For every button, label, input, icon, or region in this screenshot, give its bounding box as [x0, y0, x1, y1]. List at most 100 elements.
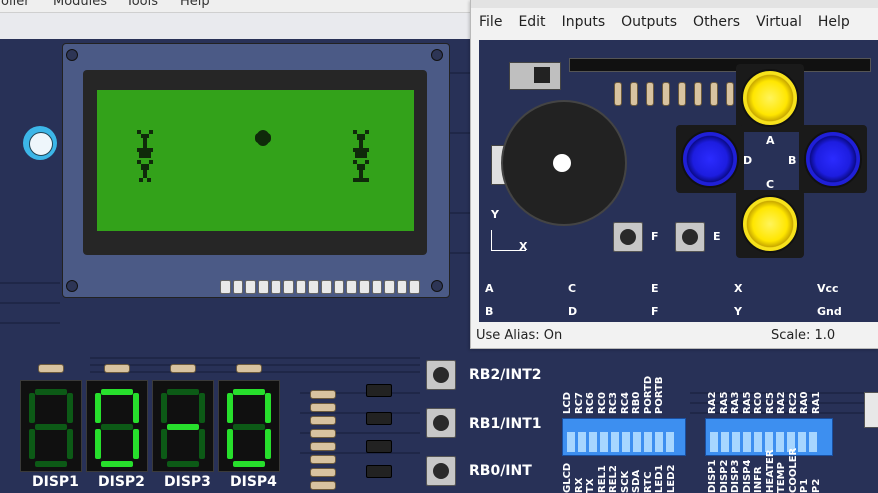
button-e-label: E: [713, 230, 721, 243]
screw: [66, 280, 78, 292]
rb0-label: RB0/INT: [469, 463, 532, 479]
arcade-button-d[interactable]: [681, 130, 739, 188]
dip-label: LCD: [562, 391, 573, 414]
axis-y-label: Y: [491, 208, 499, 221]
dip-label: COOLER: [787, 447, 799, 493]
arcade-button-c[interactable]: [741, 195, 799, 253]
menu-help[interactable]: Help: [810, 14, 858, 30]
transistor: [366, 412, 392, 425]
dip-label: RB0: [631, 391, 642, 414]
segment-a: [101, 389, 133, 395]
resistor: [170, 364, 196, 373]
board-strip: [0, 13, 470, 39]
dip-label: RC3: [608, 392, 619, 414]
button-e[interactable]: [675, 222, 705, 252]
status-alias: Use Alias: On: [476, 328, 563, 343]
menu-outputs[interactable]: Outputs: [613, 14, 685, 30]
segment-c: [265, 429, 271, 459]
dip-label: RC4: [619, 392, 631, 414]
segment-g: [233, 424, 265, 430]
dip-label: RA5: [741, 391, 753, 414]
dip-label: PORTB: [654, 376, 665, 414]
segment-b: [199, 393, 205, 423]
dip-label: RC0: [596, 392, 608, 414]
dip-label: RA5: [718, 391, 730, 414]
dip-label: RC5: [764, 392, 776, 414]
rb1-button[interactable]: [426, 408, 456, 438]
slide-switch[interactable]: [509, 62, 561, 90]
segment-b: [265, 393, 271, 423]
display-label: DISP3: [164, 474, 211, 490]
menu-item-controller[interactable]: roller: [0, 0, 30, 9]
menu-inputs[interactable]: Inputs: [554, 14, 614, 30]
screw: [431, 280, 443, 292]
rb2-button[interactable]: [426, 360, 456, 390]
input-resistors: [614, 82, 734, 106]
lcd-screen: [97, 90, 414, 231]
dip-label: RC6: [585, 392, 596, 414]
seven-segment-display: [152, 380, 214, 472]
window-statusbar: Use Alias: On Scale: 1.0: [471, 325, 878, 348]
dip-label: RA2: [707, 391, 718, 414]
dip-label: LED1: [654, 464, 665, 493]
segment-c: [133, 429, 139, 459]
pin-header-strip: [569, 58, 871, 72]
seven-segment-display: [86, 380, 148, 472]
window-menubar: File Edit Inputs Outputs Others Virtual …: [471, 8, 878, 36]
dip-label: HEATER: [764, 449, 776, 493]
axis-x-label: X: [519, 240, 528, 253]
arcade-a-label: A: [766, 134, 775, 147]
seven-segment-display: [218, 380, 280, 472]
input-board-window: File Edit Inputs Outputs Others Virtual …: [470, 0, 878, 349]
arcade-button-b[interactable]: [804, 130, 862, 188]
segment-e: [227, 429, 233, 459]
dip-label: INFR: [753, 466, 764, 493]
dip-label: RTC: [642, 471, 654, 493]
menu-item-tools[interactable]: Tools: [126, 0, 158, 9]
segment-a: [35, 389, 67, 395]
menu-edit[interactable]: Edit: [510, 14, 553, 30]
dip-label: RC7: [573, 392, 585, 414]
dip-label: GLCD: [562, 462, 573, 493]
segment-f: [227, 393, 233, 423]
segment-a: [167, 389, 199, 395]
menu-virtual[interactable]: Virtual: [748, 14, 810, 30]
pin-label-grid: A C E X Vcc B D F Y Gnd: [485, 282, 842, 318]
segment-b: [133, 393, 139, 423]
menu-others[interactable]: Others: [685, 14, 748, 30]
dip-label: RC0: [753, 392, 764, 414]
dip-switch-left[interactable]: [562, 418, 686, 456]
menu-item-modules[interactable]: Modules: [53, 0, 107, 9]
menu-item-help[interactable]: Help: [180, 0, 210, 9]
arcade-button-a[interactable]: [741, 69, 799, 127]
dip-label: REL2: [608, 465, 619, 493]
edge-connector: [864, 392, 878, 428]
screw: [66, 49, 78, 61]
segment-g: [101, 424, 133, 430]
contrast-potentiometer[interactable]: [23, 126, 57, 160]
menu-file[interactable]: File: [471, 14, 510, 30]
transistor: [366, 465, 392, 478]
lcd-glyphs: [137, 130, 369, 182]
dip-label: LED2: [665, 464, 677, 493]
segment-d: [35, 461, 67, 467]
segment-a: [233, 389, 265, 395]
window-titlebar[interactable]: [471, 0, 878, 8]
dip-label: DISP2: [718, 459, 730, 493]
resistor: [104, 364, 130, 373]
rb0-button[interactable]: [426, 456, 456, 486]
dip-label: SDA: [631, 469, 642, 493]
transistor: [366, 384, 392, 397]
dip-label: TX: [585, 478, 596, 493]
button-f[interactable]: [613, 222, 643, 252]
segment-g: [167, 424, 199, 430]
arcade-d-label: D: [743, 154, 753, 167]
dip-label: PORTD: [642, 375, 654, 414]
dip-label: RA1: [810, 391, 822, 414]
display-label: DISP1: [32, 474, 79, 490]
rb2-label: RB2/INT2: [469, 367, 542, 383]
dip-label: P1: [799, 478, 810, 493]
display-label: DISP4: [230, 474, 277, 490]
segment-e: [29, 429, 35, 459]
dip-label: TEMP: [776, 462, 787, 493]
